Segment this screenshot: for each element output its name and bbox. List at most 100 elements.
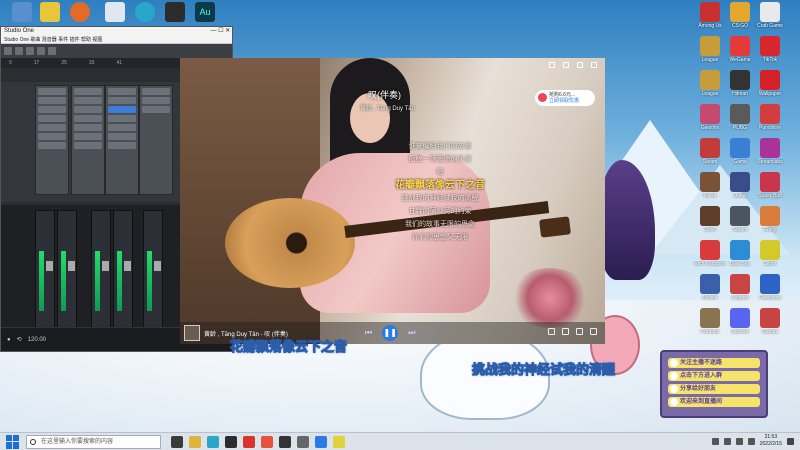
app-icon — [700, 274, 720, 294]
fader-handle[interactable] — [154, 261, 161, 271]
window-title: Studio One — [4, 28, 35, 34]
app-icon[interactable] — [261, 435, 273, 448]
desktop-icon[interactable]: Wallpaper — [750, 70, 790, 106]
lyrics-icon[interactable] — [548, 328, 555, 335]
desktop-lyric-line2[interactable]: 挑战我的神经试我的清醒 — [471, 359, 615, 378]
music-player-taskbar-icon[interactable] — [315, 435, 327, 448]
maximize-icon[interactable] — [577, 62, 583, 68]
desktop-icon[interactable]: Emily — [750, 206, 790, 242]
app-icon[interactable] — [225, 435, 237, 448]
app-icon[interactable] — [243, 435, 255, 448]
playback-controls[interactable]: ⏮ ❚❚ ⏭ — [365, 325, 415, 341]
channel-strip[interactable] — [57, 210, 77, 328]
tempo-display[interactable]: 120.00 — [28, 337, 46, 343]
channel-strip[interactable] — [113, 210, 133, 328]
clock[interactable]: 21:53 2022/2/15 — [760, 434, 782, 448]
fader-handle[interactable] — [124, 261, 131, 271]
obs-icon[interactable] — [279, 435, 291, 448]
desktop-lyric-line1[interactable]: 花瓣飘落像云下之音 — [229, 336, 347, 355]
taskbar[interactable]: 在这里输入你要搜索的内容 21:53 2022/2/15 — [0, 432, 800, 450]
eraser-tool-icon[interactable] — [15, 47, 23, 55]
app-icon — [700, 206, 720, 226]
track-column[interactable] — [139, 85, 173, 195]
mode-icon[interactable] — [590, 328, 597, 335]
file-explorer-icon[interactable] — [189, 435, 201, 448]
track-column[interactable] — [35, 85, 69, 195]
network-icon[interactable] — [723, 437, 731, 445]
desktop-icon-label: Super Buff — [758, 193, 782, 199]
ime-icon[interactable] — [747, 437, 755, 445]
close-icon[interactable] — [591, 62, 597, 68]
player-extra-controls[interactable] — [548, 328, 597, 335]
stream-info-panel: 关注主播不迷路 点击下方进入群 分享给好朋友 欢迎来到直播间 — [660, 350, 768, 418]
system-tray[interactable]: 21:53 2022/2/15 — [711, 434, 794, 448]
channel-strip[interactable] — [35, 210, 55, 328]
player-titlebar[interactable] — [180, 58, 605, 72]
listen-tool-icon[interactable] — [48, 47, 56, 55]
panel-row: 欢迎来到直播间 — [668, 397, 760, 407]
album-thumbnail[interactable] — [184, 325, 200, 341]
app-icon — [730, 206, 750, 226]
desktop-icon[interactable]: Facebook — [750, 274, 790, 310]
lyric-line[interactable]: 我们的故事无限的思念 — [310, 218, 570, 231]
fader-handle[interactable] — [68, 261, 75, 271]
split-tool-icon[interactable] — [26, 47, 34, 55]
task-view-icon[interactable] — [171, 435, 183, 448]
app-icon — [700, 308, 720, 328]
promo-badge[interactable]: 抢购6.6元... 立即领取优惠 — [535, 90, 595, 106]
lyric-line[interactable]: 挑战我的神经试我的清醒 — [310, 192, 570, 205]
promo-icon — [538, 93, 547, 102]
lyric-line[interactable]: 酝酿一场悲凉的风波 — [310, 153, 570, 166]
record-icon[interactable]: ● — [7, 337, 11, 343]
windows-start-icon[interactable] — [6, 434, 20, 449]
channel-strip[interactable] — [91, 210, 111, 328]
pencil-tool-icon[interactable] — [4, 47, 12, 55]
studio-toolbar[interactable] — [1, 44, 232, 58]
window-controls[interactable]: — ☐ ✕ — [211, 27, 232, 36]
fader-handle[interactable] — [46, 261, 53, 271]
mute-tool-icon[interactable] — [37, 47, 45, 55]
desktop-icon[interactable]: Streamlabs — [750, 138, 790, 174]
loop-icon[interactable]: ⟲ — [17, 336, 22, 343]
volume-icon[interactable] — [735, 437, 743, 445]
taskbar-search-input[interactable]: 在这里输入你要搜索的内容 — [26, 434, 161, 449]
lyrics-panel[interactable]: 谁来编织我们的故事 酝酿一场悲凉的风波嗯花瓣飘落像云下之音 挑战我的神经试我的清醒甘… — [310, 140, 570, 244]
channel-strip[interactable] — [143, 210, 163, 328]
edge-icon[interactable] — [207, 435, 219, 448]
desktop-icon-label: Facebook — [759, 295, 781, 301]
app-icon — [760, 308, 780, 328]
previous-icon[interactable]: ⏮ — [365, 328, 372, 338]
lyric-line[interactable]: 嗯 — [310, 166, 570, 179]
app-icon[interactable] — [333, 435, 345, 448]
notification-icon[interactable] — [787, 437, 794, 445]
panel-row-text: 点击下方进入群 — [680, 373, 723, 379]
tray-up-icon[interactable] — [711, 437, 719, 445]
flowers-decoration — [510, 268, 590, 328]
pause-button[interactable]: ❚❚ — [382, 325, 399, 341]
lyric-line-active[interactable]: 花瓣飘落像云下之音 — [310, 179, 570, 192]
playlist-icon[interactable] — [576, 328, 583, 335]
lyric-line[interactable]: 谁来编织我们的故事 — [310, 140, 570, 153]
desktop-icon[interactable]: TikTok — [750, 36, 790, 72]
desktop-icon[interactable]: Games — [750, 308, 790, 344]
desktop-icon-label: Emily — [763, 227, 777, 233]
social-icon — [670, 398, 678, 406]
lyric-line[interactable]: 甘霖的蒲公英的约束 — [310, 205, 570, 218]
desktop-icon[interactable]: Punchline — [750, 104, 790, 140]
fader-handle[interactable] — [102, 261, 109, 271]
music-player-window[interactable]: 抢购6.6元... 立即领取优惠 叹(伴奏) 黄龄 , Tăng Duy Tân… — [180, 58, 605, 344]
next-icon[interactable]: ⏭ — [408, 328, 415, 338]
track-column[interactable] — [71, 85, 105, 195]
desktop-icon[interactable]: Slime — [750, 240, 790, 276]
share-icon[interactable] — [549, 62, 555, 68]
desktop-icon[interactable]: Crab Game — [750, 2, 790, 38]
studio-menubar[interactable]: Studio One 歌曲 混音器 事件 插件 帮助 视图 — [1, 36, 232, 44]
app-icon[interactable] — [297, 435, 309, 448]
desktop-icon[interactable]: Super Buff — [750, 172, 790, 208]
minimize-icon[interactable] — [563, 62, 569, 68]
lyric-line[interactable]: 你们的思念又无限 — [310, 231, 570, 244]
track-column[interactable] — [105, 85, 139, 195]
taskbar-apps[interactable] — [171, 435, 345, 448]
app-icon — [730, 70, 750, 90]
volume-icon[interactable] — [562, 328, 569, 335]
